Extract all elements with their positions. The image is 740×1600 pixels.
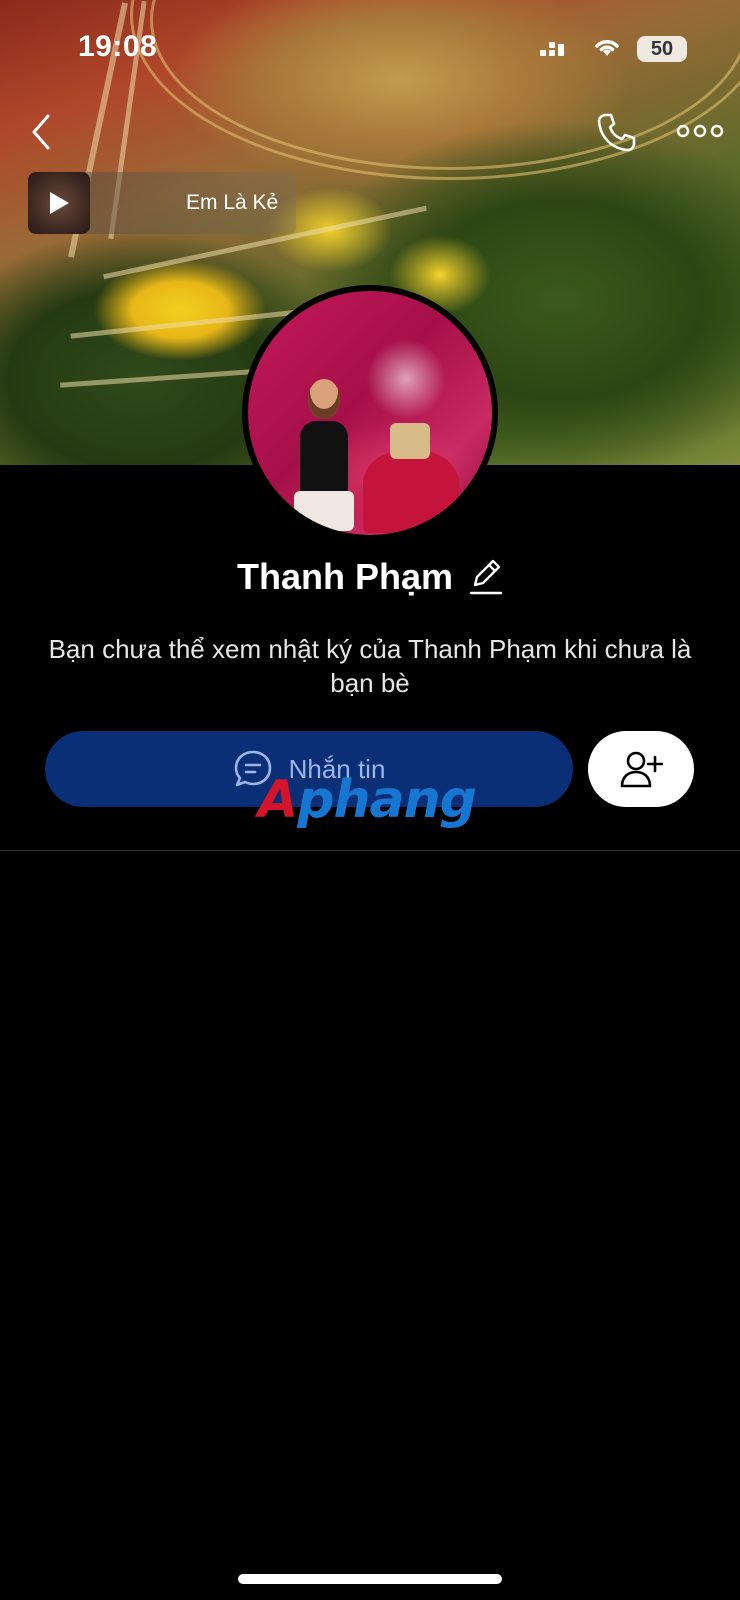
add-friend-icon [620, 751, 663, 788]
chat-bubble-icon [234, 750, 271, 787]
phone-call-icon[interactable] [594, 110, 638, 154]
send-message-button[interactable]: Nhắn tin [45, 731, 573, 807]
send-message-label: Nhắn tin [288, 753, 386, 784]
edit-nickname-icon[interactable] [467, 557, 503, 597]
section-divider [0, 850, 740, 851]
profile-music-chip[interactable]: Em Là Kẻ [28, 172, 296, 234]
wifi-icon [595, 40, 619, 56]
diary-privacy-notice: Bạn chưa thể xem nhật ký của Thanh Phạm … [48, 634, 692, 698]
music-thumbnail[interactable] [28, 172, 90, 234]
cellular-signal-icon [540, 40, 570, 60]
status-bar: 19:08 50 [0, 0, 740, 100]
more-options-icon[interactable] [676, 120, 724, 142]
avatar[interactable] [242, 285, 498, 541]
music-title: Em Là Kẻ [186, 191, 279, 214]
play-icon [50, 192, 69, 214]
home-indicator[interactable] [238, 1574, 502, 1584]
profile-name: Thanh Phạm [236, 556, 454, 597]
status-time: 19:08 [78, 30, 158, 63]
back-icon[interactable] [26, 110, 62, 154]
profile-name-row: Thanh Phạm [0, 552, 740, 602]
battery-icon: 50 [637, 36, 687, 62]
add-friend-button[interactable] [588, 731, 694, 807]
